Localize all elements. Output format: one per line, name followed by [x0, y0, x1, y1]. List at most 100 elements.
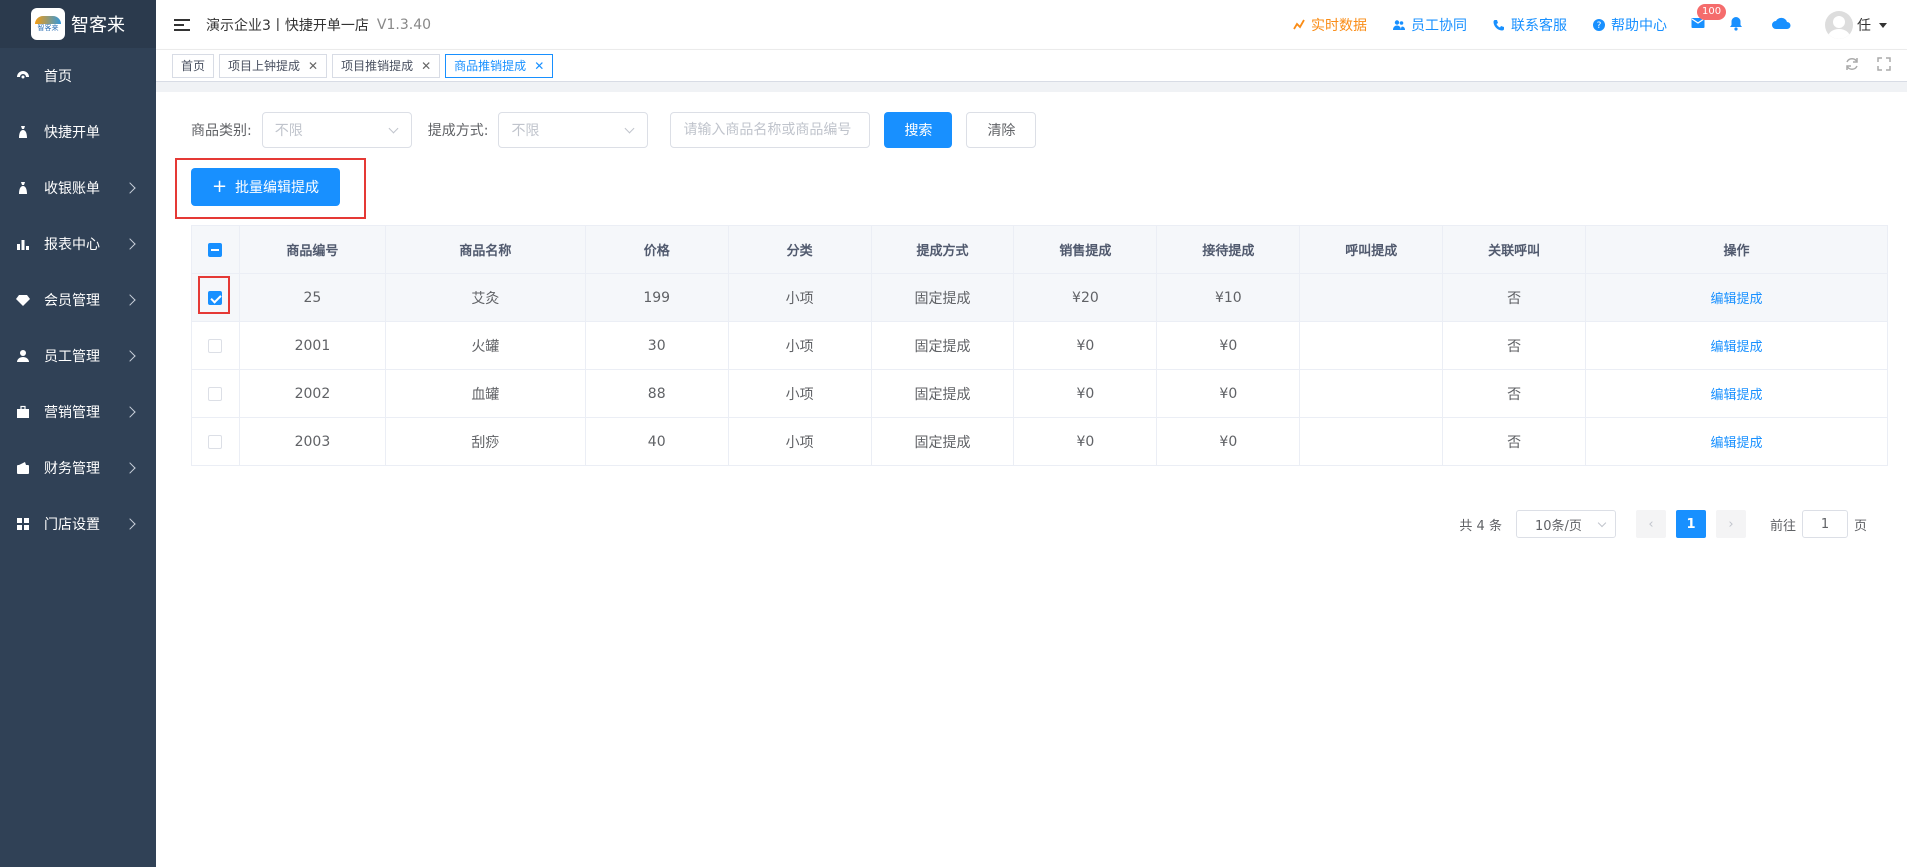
menu-toggle-icon[interactable] — [174, 16, 190, 34]
tab-home[interactable]: 首页 — [172, 53, 215, 78]
select-all-checkbox[interactable] — [208, 242, 223, 257]
sidebar: 智客来 智客来 首页 快捷开单 收银账单 报表中心 会员管理 员工管理 营销管理… — [0, 0, 156, 867]
call-commission — [1299, 369, 1444, 418]
chevron-right-icon — [124, 462, 136, 474]
product-category: 小项 — [727, 369, 872, 418]
goto-page-input[interactable] — [1801, 510, 1848, 538]
row-checkbox[interactable] — [208, 434, 223, 449]
avatar[interactable] — [1825, 11, 1853, 39]
grid-icon — [16, 517, 30, 531]
edit-commission-link[interactable]: 编辑提成 — [1711, 388, 1763, 403]
column-header: 提成方式 — [870, 225, 1015, 274]
refresh-icon[interactable] — [1845, 57, 1859, 75]
sidebar-item-label: 营销管理 — [44, 405, 100, 421]
method-select[interactable]: 不限 — [498, 112, 649, 148]
category-select[interactable]: 不限 — [261, 112, 412, 148]
chevron-right-icon — [124, 350, 136, 362]
linked-call: 否 — [1442, 321, 1587, 370]
tab-project-clock-commission[interactable]: 项目上钟提成 ✕ — [219, 53, 328, 78]
staff-collab-label: 员工协同 — [1411, 18, 1467, 34]
company-name: 演示企业3丨快捷开单一店 — [206, 17, 369, 34]
phone-icon — [1493, 19, 1505, 31]
realtime-data-label: 实时数据 — [1311, 18, 1367, 34]
category-label: 商品类别: — [191, 123, 252, 139]
sidebar-item-marketing[interactable]: 营销管理 — [0, 384, 156, 440]
caret-down-icon[interactable] — [1879, 22, 1887, 28]
edit-commission-link[interactable]: 编辑提成 — [1711, 436, 1763, 451]
sidebar-item-label: 员工管理 — [44, 349, 100, 365]
commission-method: 固定提成 — [870, 321, 1015, 370]
product-name: 艾灸 — [384, 273, 586, 322]
chevron-right-icon — [124, 182, 136, 194]
tab-label: 项目上钟提成 — [228, 59, 301, 73]
sidebar-item-home[interactable]: 首页 — [0, 48, 156, 104]
close-icon[interactable]: ✕ — [421, 59, 431, 73]
call-commission — [1299, 417, 1444, 466]
table-row[interactable]: 2003 刮痧 40 小项 固定提成 ¥0 ¥0 否 编辑提成 — [191, 417, 1888, 466]
product-name: 刮痧 — [384, 417, 586, 466]
sidebar-item-label: 收银账单 — [44, 181, 100, 197]
row-select-cell[interactable] — [191, 369, 240, 418]
edit-commission-link[interactable]: 编辑提成 — [1711, 340, 1763, 355]
clear-button[interactable]: 清除 — [966, 112, 1037, 148]
edit-commission-link[interactable]: 编辑提成 — [1711, 292, 1763, 307]
sidebar-item-reports[interactable]: 报表中心 — [0, 216, 156, 272]
search-input[interactable] — [670, 112, 871, 148]
user-name[interactable]: 任 — [1857, 15, 1871, 35]
product-id: 2002 — [238, 369, 386, 418]
table-row[interactable]: 2002 血罐 88 小项 固定提成 ¥0 ¥0 否 编辑提成 — [191, 369, 1888, 418]
fullscreen-icon[interactable] — [1877, 57, 1891, 75]
notification-button[interactable] — [1729, 16, 1743, 35]
row-select-cell[interactable] — [191, 417, 240, 466]
sidebar-item-quick-order[interactable]: 快捷开单 — [0, 104, 156, 160]
sidebar-item-members[interactable]: 会员管理 — [0, 272, 156, 328]
batch-edit-commission-button[interactable]: + 批量编辑提成 — [191, 168, 340, 206]
svg-text:?: ? — [1597, 21, 1602, 31]
product-category: 小项 — [727, 321, 872, 370]
sidebar-item-finance[interactable]: 财务管理 — [0, 440, 156, 496]
action-cell: 编辑提成 — [1585, 321, 1888, 370]
row-select-cell[interactable] — [191, 321, 240, 370]
chevron-right-icon — [124, 294, 136, 306]
product-name: 火罐 — [384, 321, 586, 370]
sidebar-item-billing[interactable]: 收银账单 — [0, 160, 156, 216]
close-icon[interactable]: ✕ — [534, 59, 544, 73]
call-commission — [1299, 321, 1444, 370]
commission-table: 商品编号 商品名称 价格 分类 提成方式 销售提成 接待提成 呼叫提成 关联呼叫… — [191, 225, 1888, 466]
bar-chart-icon — [16, 237, 30, 251]
contact-service-label: 联系客服 — [1511, 18, 1567, 34]
sidebar-item-store-settings[interactable]: 门店设置 — [0, 496, 156, 552]
row-checkbox[interactable] — [208, 386, 223, 401]
logo-mini-text: 智客来 — [37, 23, 59, 32]
table-row[interactable]: 25 艾灸 199 小项 固定提成 ¥20 ¥10 否 编辑提成 — [191, 273, 1888, 322]
tab-product-sales-commission[interactable]: 商品推销提成 ✕ — [445, 53, 554, 78]
mail-badge: 100 — [1697, 4, 1727, 20]
sidebar-item-staff[interactable]: 员工管理 — [0, 328, 156, 384]
staff-collab-link[interactable]: 员工协同 — [1393, 15, 1467, 35]
cloud-button[interactable] — [1771, 16, 1791, 34]
logo-icon: 智客来 — [31, 8, 65, 40]
reception-commission: ¥0 — [1156, 417, 1301, 466]
contact-service-link[interactable]: 联系客服 — [1493, 15, 1567, 35]
mail-button[interactable]: 100 — [1691, 4, 1727, 33]
select-all-cell[interactable] — [191, 225, 240, 274]
product-price: 199 — [584, 273, 729, 322]
row-checkbox[interactable] — [208, 338, 223, 353]
column-header: 呼叫提成 — [1299, 225, 1444, 274]
linked-call: 否 — [1442, 273, 1587, 322]
user-icon — [16, 349, 30, 363]
method-select-value: 不限 — [511, 123, 540, 139]
page-number-current[interactable]: 1 — [1675, 510, 1706, 538]
prev-page-button[interactable]: ‹ — [1635, 510, 1666, 538]
realtime-data-link[interactable]: 实时数据 — [1293, 15, 1367, 35]
next-page-button[interactable]: › — [1715, 510, 1746, 538]
close-icon[interactable]: ✕ — [308, 59, 318, 73]
money-bag-icon — [16, 181, 30, 195]
search-button[interactable]: 搜索 — [884, 112, 953, 148]
page-size-select[interactable]: 10条/页 — [1515, 510, 1616, 538]
product-price: 40 — [584, 417, 729, 466]
table-row[interactable]: 2001 火罐 30 小项 固定提成 ¥0 ¥0 否 编辑提成 — [191, 321, 1888, 370]
method-label: 提成方式: — [427, 123, 489, 139]
help-center-link[interactable]: ? 帮助中心 — [1593, 15, 1667, 35]
tab-project-sales-commission[interactable]: 项目推销提成 ✕ — [332, 53, 441, 78]
